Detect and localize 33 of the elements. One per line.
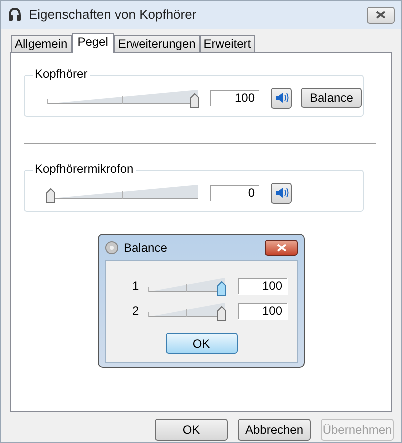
slider-thumb[interactable] [46,188,56,204]
ok-button[interactable]: OK [166,333,238,354]
headset-icon [7,7,23,23]
mute-button[interactable] [271,182,292,204]
tab[interactable]: Pegel [72,33,114,53]
channel-label: 1 [132,278,140,295]
close-icon [276,244,286,252]
close-button[interactable] [265,240,298,256]
close-button[interactable] [367,6,395,24]
tab[interactable]: Erweiterungen [114,35,200,52]
close-icon [376,11,386,19]
volume-slider[interactable] [148,300,226,322]
speaker-icon [274,187,288,199]
dialog-button[interactable]: Abbrechen [238,419,311,441]
value-field[interactable]: 100 [238,302,288,320]
volume-slider[interactable] [47,87,199,109]
dialog-title: Balance [124,240,168,256]
value-field[interactable]: 100 [210,90,260,106]
dialog-button[interactable]: OK [155,419,228,441]
speaker-icon [274,92,288,104]
tab[interactable]: Allgemein [11,35,72,52]
channel-label: 2 [132,303,140,320]
mute-button[interactable] [271,88,292,108]
balance-button[interactable]: Balance [301,88,362,108]
value-field[interactable]: 0 [210,184,260,202]
group-label: Kopfhörermikrofon [33,162,136,176]
tab[interactable]: Erweitert [200,35,256,52]
value-field[interactable]: 100 [238,278,288,294]
slider-thumb[interactable] [190,93,200,109]
volume-slider[interactable] [47,182,199,204]
volume-slider[interactable] [148,275,226,297]
window-title: Eigenschaften von Kopfhörer [29,6,197,24]
group-label: Kopfhörer [33,67,90,81]
